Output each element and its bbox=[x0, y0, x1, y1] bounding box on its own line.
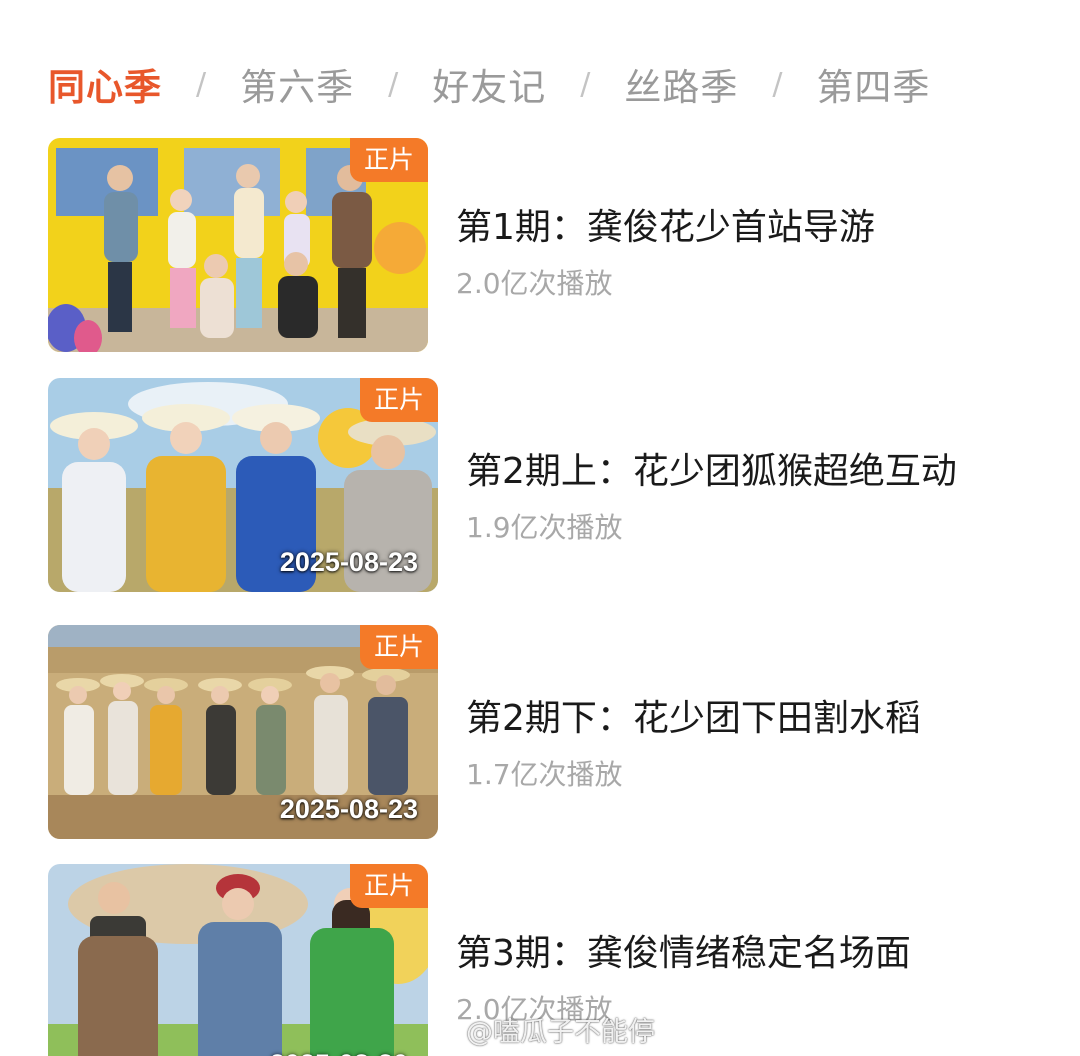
episode-title[interactable]: 第1期：龚俊花少首站导游 bbox=[456, 198, 875, 250]
tab-season-tongxin[interactable]: 同心季 bbox=[48, 57, 162, 111]
episode-play-count: 1.7亿次播放 bbox=[466, 758, 623, 791]
tab-separator: / bbox=[580, 66, 591, 102]
episode-date: 2025-08-23 bbox=[279, 794, 418, 824]
feature-badge: 正片 bbox=[360, 378, 438, 422]
tab-separator: / bbox=[196, 66, 207, 102]
tab-season-silu[interactable]: 丝路季 bbox=[624, 57, 738, 111]
feature-badge: 正片 bbox=[350, 138, 428, 182]
episode-thumbnail[interactable]: 正片 2025-08-30 bbox=[48, 864, 428, 1056]
feature-badge: 正片 bbox=[350, 864, 428, 908]
season-tabs: 同心季 / 第六季 / 好友记 / 丝路季 / 第四季 bbox=[48, 56, 930, 112]
episode-thumbnail[interactable]: 正片 bbox=[48, 138, 428, 352]
episode-thumbnail[interactable]: 正片 2025-08-23 bbox=[48, 625, 438, 839]
episode-date: 2025-08-30 bbox=[270, 1049, 408, 1056]
episode-thumbnail[interactable]: 正片 2025-08-23 bbox=[48, 378, 438, 592]
episode-item[interactable]: 正片 2025-08-23 第2期上：花少团狐猴超绝互动 1.9亿次播放 bbox=[48, 378, 1048, 592]
tab-season-6[interactable]: 第六季 bbox=[240, 57, 354, 111]
episode-list-page: 同心季 / 第六季 / 好友记 / 丝路季 / 第四季 正片 第1期：龚俊花少首… bbox=[0, 0, 1080, 1056]
episode-play-count: 1.9亿次播放 bbox=[466, 511, 623, 544]
feature-badge: 正片 bbox=[360, 625, 438, 669]
episode-title[interactable]: 第2期下：花少团下田割水稻 bbox=[466, 689, 921, 741]
episode-date: 2025-08-23 bbox=[279, 547, 418, 577]
episode-play-count: 2.0亿次播放 bbox=[456, 267, 613, 300]
tab-season-haoyouji[interactable]: 好友记 bbox=[432, 57, 546, 111]
episode-item[interactable]: 正片 第1期：龚俊花少首站导游 2.0亿次播放 bbox=[48, 138, 1048, 352]
weibo-logo-icon bbox=[431, 1019, 458, 1042]
episode-item[interactable]: 正片 2025-08-23 第2期下：花少团下田割水稻 1.7亿次播放 bbox=[48, 625, 1048, 839]
tab-separator: / bbox=[388, 66, 399, 102]
episode-title[interactable]: 第3期：龚俊情绪稳定名场面 bbox=[456, 924, 911, 976]
weibo-watermark: @嗑瓜子不能停 bbox=[430, 1010, 655, 1049]
tab-season-4[interactable]: 第四季 bbox=[816, 57, 930, 111]
episode-title[interactable]: 第2期上：花少团狐猴超绝互动 bbox=[466, 442, 957, 494]
tab-separator: / bbox=[772, 66, 783, 102]
watermark-text: @嗑瓜子不能停 bbox=[466, 1017, 655, 1048]
